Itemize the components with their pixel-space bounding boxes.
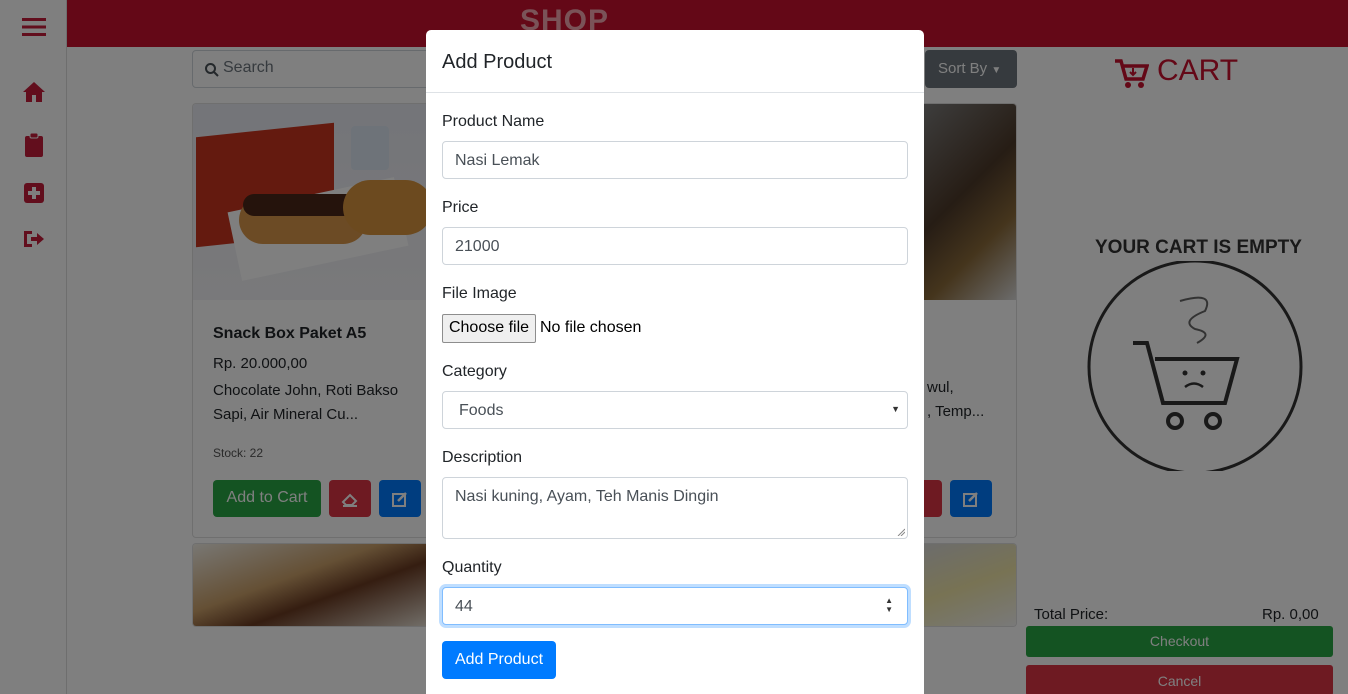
file-status: No file chosen [540, 319, 642, 336]
choose-file-label: Choose file [448, 319, 530, 336]
description-textarea[interactable]: Nasi kuning, Ayam, Teh Manis Dingin [442, 477, 908, 539]
file-image-label: File Image [442, 285, 517, 302]
add-product-button[interactable]: Add Product [442, 641, 556, 679]
quantity-stepper[interactable]: 44 ▲ ▼ [442, 587, 908, 625]
category-label: Category [442, 363, 507, 380]
product-name-input[interactable]: Nasi Lemak [442, 141, 908, 179]
modal-title: Add Product [442, 51, 553, 73]
description-label: Description [442, 449, 523, 466]
price-label: Price [442, 199, 479, 216]
product-name-value: Nasi Lemak [455, 152, 540, 169]
quantity-value: 44 [455, 598, 473, 615]
add-product-label: Add Product [454, 651, 544, 668]
resize-handle-icon[interactable] [897, 528, 905, 536]
price-value: 21000 [455, 238, 500, 255]
modal-header: Add Product [426, 30, 924, 93]
stepper-arrows-icon[interactable]: ▲ ▼ [885, 596, 893, 614]
quantity-label: Quantity [442, 559, 502, 576]
description-value: Nasi kuning, Ayam, Teh Manis Dingin [455, 488, 719, 505]
add-product-modal: Add Product Product Name Nasi Lemak Pric… [426, 30, 924, 694]
price-input[interactable]: 21000 [442, 227, 908, 265]
product-name-label: Product Name [442, 113, 545, 130]
category-select[interactable]: Foods ▼ [442, 391, 908, 429]
choose-file-button[interactable]: Choose file [442, 314, 536, 343]
chevron-down-icon: ▼ [891, 404, 900, 414]
category-value: Foods [459, 402, 504, 419]
